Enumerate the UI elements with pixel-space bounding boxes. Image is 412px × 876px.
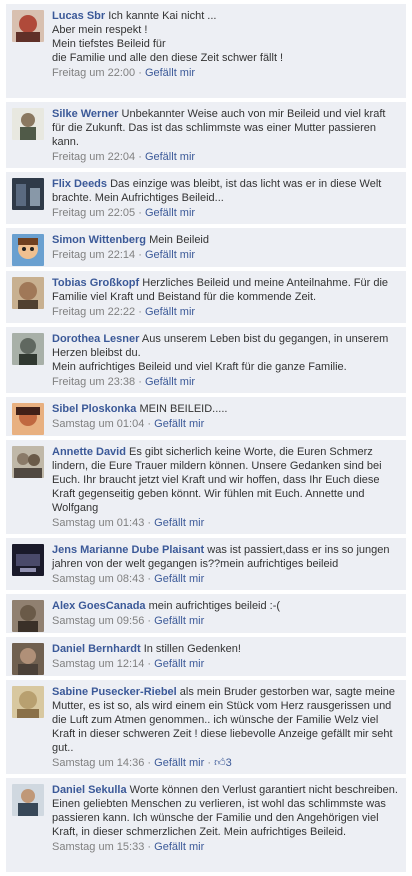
like-link[interactable]: Gefällt mir: [154, 757, 204, 769]
like-link[interactable]: Gefällt mir: [154, 418, 204, 430]
comment-author[interactable]: Flix Deeds: [52, 178, 107, 190]
comment-text: Alex GoesCanada mein aufrichtiges beilei…: [52, 599, 400, 613]
like-link[interactable]: Gefällt mir: [145, 151, 195, 163]
comment-text: Sibel Ploskonka MEIN BEILEID.....: [52, 402, 400, 416]
comment: Annette David Es gibt sicherlich keine W…: [6, 440, 406, 535]
avatar[interactable]: [12, 108, 44, 140]
avatar[interactable]: [12, 686, 44, 718]
comment-timestamp[interactable]: Samstag um 08:43: [52, 573, 144, 585]
comment-author[interactable]: Annette David: [52, 446, 126, 458]
comment: Dorothea Lesner Aus unserem Leben bist d…: [6, 327, 406, 394]
comment-timestamp[interactable]: Samstag um 12:14: [52, 658, 144, 670]
avatar[interactable]: [12, 643, 44, 675]
avatar[interactable]: [12, 544, 44, 576]
like-link[interactable]: Gefällt mir: [154, 658, 204, 670]
comment-text: Annette David Es gibt sicherlich keine W…: [52, 445, 400, 515]
avatar[interactable]: [12, 234, 44, 266]
comment-meta: Freitag um 22:14 · Gefällt mir: [52, 249, 196, 261]
like-link[interactable]: Gefällt mir: [145, 67, 195, 79]
like-link[interactable]: Gefällt mir: [145, 207, 195, 219]
like-link[interactable]: Gefällt mir: [154, 841, 204, 853]
comment-meta: Samstag um 08:43 · Gefällt mir: [52, 573, 205, 585]
comment-meta: Freitag um 22:22 · Gefällt mir: [52, 306, 196, 318]
comment: Sibel Ploskonka MEIN BEILEID..... Samsta…: [6, 397, 406, 437]
comment-timestamp[interactable]: Samstag um 15:33: [52, 841, 144, 853]
comment-meta: Freitag um 23:38 · Gefällt mir: [52, 376, 196, 388]
thumbs-up-icon[interactable]: 👍︎: [214, 757, 226, 769]
comment-meta: Samstag um 01:43 · Gefällt mir: [52, 517, 205, 529]
comment: Tobias Großkopf Herzliches Beileid und m…: [6, 271, 406, 324]
comment-text: Silke Werner Unbekannter Weise auch von …: [52, 107, 400, 149]
comment-timestamp[interactable]: Samstag um 14:36: [52, 757, 144, 769]
like-link[interactable]: Gefällt mir: [145, 306, 195, 318]
comment-list: Lucas Sbr Ich kannte Kai nicht ... Aber …: [6, 4, 406, 876]
comment-author[interactable]: Simon Wittenberg: [52, 234, 146, 246]
avatar[interactable]: [12, 333, 44, 365]
comment-author[interactable]: Tobias Großkopf: [52, 277, 139, 289]
like-link[interactable]: Gefällt mir: [154, 615, 204, 627]
avatar[interactable]: [12, 784, 44, 816]
comment: Simon Wittenberg Mein Beileid Freitag um…: [6, 228, 406, 268]
comment-text: Daniel Sekulla Worte können den Verlust …: [52, 783, 400, 839]
like-link[interactable]: Gefällt mir: [145, 376, 195, 388]
comment-meta: Freitag um 22:04 · Gefällt mir: [52, 151, 196, 163]
comment-timestamp[interactable]: Freitag um 22:14: [52, 249, 135, 261]
comment-timestamp[interactable]: Samstag um 09:56: [52, 615, 144, 627]
comment-text: Lucas Sbr Ich kannte Kai nicht ... Aber …: [52, 9, 400, 65]
comment-text: Tobias Großkopf Herzliches Beileid und m…: [52, 276, 400, 304]
comment: Jens Marianne Dube Plaisant was ist pass…: [6, 538, 406, 591]
comment-message: Mein Beileid: [149, 234, 209, 246]
avatar[interactable]: [12, 178, 44, 210]
comment-timestamp[interactable]: Samstag um 01:43: [52, 517, 144, 529]
comment-meta: Samstag um 15:33 · Gefällt mir: [52, 841, 205, 853]
avatar[interactable]: [12, 10, 44, 42]
comment-timestamp[interactable]: Freitag um 22:04: [52, 151, 135, 163]
comment-author[interactable]: Lucas Sbr: [52, 10, 105, 22]
comment-timestamp[interactable]: Freitag um 23:38: [52, 376, 135, 388]
avatar[interactable]: [12, 403, 44, 435]
comment-author[interactable]: Sibel Ploskonka: [52, 403, 136, 415]
avatar[interactable]: [12, 446, 44, 478]
comment-author[interactable]: Alex GoesCanada: [52, 600, 146, 612]
comment-message: mein aufrichtiges beileid :-(: [148, 600, 281, 612]
comment: Alex GoesCanada mein aufrichtiges beilei…: [6, 594, 406, 634]
comment-author[interactable]: Daniel Sekulla: [52, 784, 127, 796]
comment-meta: Samstag um 12:14 · Gefällt mir: [52, 658, 205, 670]
comment-text: Jens Marianne Dube Plaisant was ist pass…: [52, 543, 400, 571]
avatar[interactable]: [12, 600, 44, 632]
comment-meta: Samstag um 09:56 · Gefällt mir: [52, 615, 205, 627]
comment: Daniel Sekulla Worte können den Verlust …: [6, 778, 406, 873]
like-link[interactable]: Gefällt mir: [154, 573, 204, 585]
comment-author[interactable]: Jens Marianne Dube Plaisant: [52, 544, 204, 556]
comment-message: In stillen Gedenken!: [143, 643, 241, 655]
comment-meta: Samstag um 14:36 · Gefällt mir · 👍︎3: [52, 757, 232, 769]
comment: Daniel Bernhardt In stillen Gedenken! Sa…: [6, 637, 406, 677]
comment-timestamp[interactable]: Freitag um 22:00: [52, 67, 135, 79]
comment-author[interactable]: Dorothea Lesner: [52, 333, 139, 345]
comment-text: Flix Deeds Das einzige was bleibt, ist d…: [52, 177, 400, 205]
comment-message: MEIN BEILEID.....: [139, 403, 228, 415]
comment: Flix Deeds Das einzige was bleibt, ist d…: [6, 172, 406, 225]
comment-meta: Freitag um 22:00 · Gefällt mir: [52, 67, 196, 79]
comment-timestamp[interactable]: Samstag um 01:04: [52, 418, 144, 430]
likes-count[interactable]: 3: [226, 757, 232, 769]
like-link[interactable]: Gefällt mir: [154, 517, 204, 529]
comment: Sabine Pusecker-Riebel als mein Bruder g…: [6, 680, 406, 775]
comment-meta: Samstag um 01:04 · Gefällt mir: [52, 418, 205, 430]
comment-timestamp[interactable]: Freitag um 22:22: [52, 306, 135, 318]
comment-timestamp[interactable]: Freitag um 22:05: [52, 207, 135, 219]
comment: Lucas Sbr Ich kannte Kai nicht ... Aber …: [6, 4, 406, 99]
comment-author[interactable]: Silke Werner: [52, 108, 118, 120]
like-link[interactable]: Gefällt mir: [145, 249, 195, 261]
comment-text: Dorothea Lesner Aus unserem Leben bist d…: [52, 332, 400, 374]
comment-author[interactable]: Sabine Pusecker-Riebel: [52, 686, 177, 698]
comment: Silke Werner Unbekannter Weise auch von …: [6, 102, 406, 169]
avatar[interactable]: [12, 277, 44, 309]
comment-author[interactable]: Daniel Bernhardt: [52, 643, 141, 655]
comment-text: Daniel Bernhardt In stillen Gedenken!: [52, 642, 400, 656]
comment-text: Simon Wittenberg Mein Beileid: [52, 233, 400, 247]
comment-meta: Freitag um 22:05 · Gefällt mir: [52, 207, 196, 219]
comment-text: Sabine Pusecker-Riebel als mein Bruder g…: [52, 685, 400, 755]
